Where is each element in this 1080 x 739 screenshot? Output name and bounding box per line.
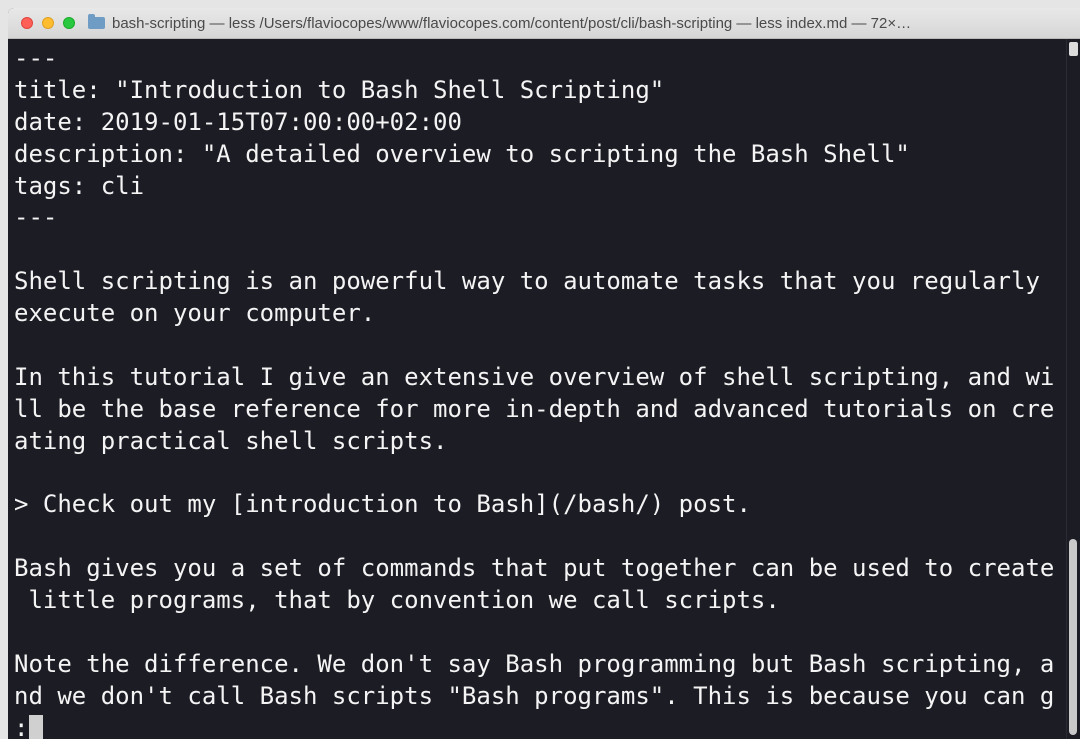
text-line: execute on your computer. [14, 299, 376, 328]
text-line [14, 521, 1054, 553]
window-controls [21, 17, 75, 29]
folder-icon [88, 14, 105, 29]
text-line: description: "A detailed overview to scr… [14, 139, 910, 168]
less-prompt[interactable]: : [14, 713, 1054, 739]
terminal-content[interactable]: --- title: "Introduction to Bash Shell S… [8, 39, 1066, 739]
text-line: date: 2019-01-15T07:00:00+02:00 [14, 107, 462, 136]
vertical-scrollbar[interactable] [1066, 39, 1080, 739]
text-line: little programs, that by convention we c… [14, 586, 780, 615]
text-line: Note the difference. We don't say Bash p… [14, 649, 1055, 678]
text-line: title: "Introduction to Bash Shell Scrip… [14, 75, 665, 104]
close-button[interactable] [21, 17, 33, 29]
text-line: ll be the base reference for more in-dep… [14, 394, 1055, 423]
scroll-up-button[interactable] [1069, 42, 1078, 56]
text-line: tags: cli [14, 171, 145, 200]
text-line: In this tutorial I give an extensive ove… [14, 362, 1055, 391]
less-output: --- title: "Introduction to Bash Shell S… [14, 43, 1054, 739]
text-line: ating practical shell scripts. [14, 426, 448, 455]
text-line: --- [14, 203, 58, 232]
prompt-symbol: : [14, 713, 29, 739]
title-bar[interactable]: bash-scripting — less /Users/flaviocopes… [8, 8, 1080, 39]
text-line [14, 330, 1054, 362]
scroll-thumb[interactable] [1069, 539, 1077, 735]
text-line: > Check out my [introduction to Bash](/b… [14, 490, 751, 519]
zoom-button[interactable] [63, 17, 75, 29]
window-title: bash-scripting — less /Users/flaviocopes… [112, 14, 912, 32]
text-line: --- [14, 44, 58, 72]
text-line [14, 458, 1054, 490]
text-cursor [29, 715, 44, 739]
text-line: Shell scripting is an powerful way to au… [14, 267, 1040, 296]
text-line: Bash gives you a set of commands that pu… [14, 554, 1055, 583]
text-line [14, 617, 1054, 649]
minimize-button[interactable] [42, 17, 54, 29]
terminal-window: bash-scripting — less /Users/flaviocopes… [8, 8, 1080, 739]
text-line: nd we don't call Bash scripts "Bash prog… [14, 681, 1055, 710]
text-line [14, 234, 1054, 266]
